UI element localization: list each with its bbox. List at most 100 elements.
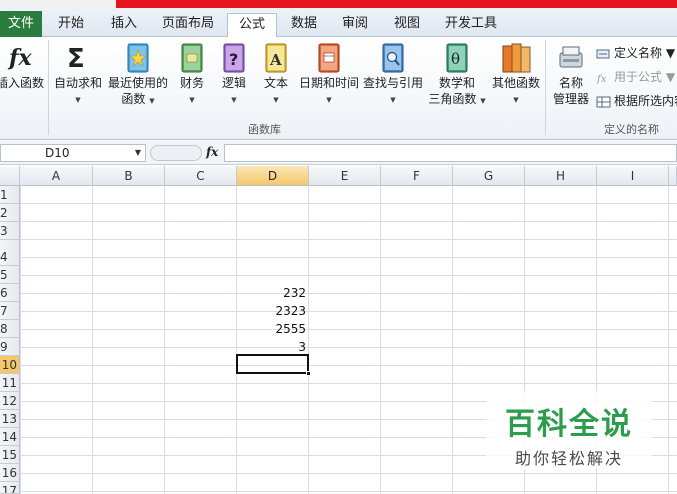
row-header-5[interactable]: 5 [0, 266, 20, 284]
insert-function-fx-icon[interactable]: fx [206, 145, 218, 159]
logical-dropdown-icon[interactable]: ▼ [231, 96, 236, 104]
more-functions-dropdown-icon[interactable]: ▼ [513, 96, 518, 104]
name-box-dropdown-icon[interactable]: ▼ [135, 145, 141, 161]
row-header-12[interactable]: 12 [0, 392, 20, 410]
row-header-14[interactable]: 14 [0, 428, 20, 446]
name-box-value: D10 [45, 146, 70, 160]
formula-cancel-enter-area [150, 145, 202, 161]
row-header-2[interactable]: 2 [0, 204, 20, 222]
column-header-f[interactable]: F [381, 166, 453, 186]
tab-view[interactable]: 视图 [384, 13, 430, 37]
define-name-label: 定义名称 [614, 46, 663, 60]
magnifier-book-icon [382, 43, 404, 73]
logical-button[interactable]: ? 逻辑 ▼ [214, 41, 254, 105]
column-header-e[interactable]: E [309, 166, 381, 186]
watermark-subtitle: 助你轻松解决 [514, 449, 623, 468]
row-header-13[interactable]: 13 [0, 410, 20, 428]
math-trig-button[interactable]: θ 数学和 三角函数 ▼ [426, 41, 488, 109]
svg-text:fx: fx [596, 74, 607, 85]
tab-insert[interactable]: 插入 [100, 13, 148, 37]
active-cell-d10[interactable] [236, 354, 311, 376]
tab-file[interactable]: 文件 [0, 11, 42, 37]
row-header-6[interactable]: 6 [0, 284, 20, 302]
select-all-corner[interactable] [0, 166, 20, 186]
recently-used-button[interactable]: 最近使用的 函数 ▼ [106, 41, 170, 109]
ribbon-separator [48, 40, 49, 135]
tab-home[interactable]: 开始 [46, 13, 96, 37]
date-time-dropdown-icon[interactable]: ▼ [326, 96, 331, 104]
excel-window: 文件 开始 插入 页面布局 公式 数据 审阅 视图 开发工具 fx 插入函数 Σ… [0, 0, 677, 494]
text-button[interactable]: A 文本 ▼ [256, 41, 296, 105]
name-manager-icon [559, 46, 583, 68]
column-header-g[interactable]: G [453, 166, 525, 186]
use-in-formula-dropdown-icon[interactable]: ▼ [666, 70, 675, 84]
row-header-10[interactable]: 10 [0, 356, 20, 374]
title-bar [0, 0, 677, 8]
name-manager-button[interactable]: 名称 管理器 [549, 41, 593, 107]
row-header-4[interactable]: 4 [0, 240, 20, 266]
use-in-formula-button[interactable]: fx 用于公式 ▼ [596, 68, 675, 86]
cell-d6[interactable]: 232 [237, 284, 309, 302]
define-name-button[interactable]: 定义名称 ▼ [596, 44, 675, 62]
cell-d8[interactable]: 2555 [237, 320, 309, 338]
row-header-7[interactable]: 7 [0, 302, 20, 320]
svg-text:Σ: Σ [67, 44, 85, 74]
row-header-9[interactable]: 9 [0, 338, 20, 356]
math-trig-label-2-text: 三角函数 [428, 92, 477, 106]
fill-handle[interactable] [306, 371, 311, 376]
svg-text:?: ? [229, 50, 238, 69]
title-accent-strip [116, 0, 677, 8]
tab-page-layout[interactable]: 页面布局 [152, 13, 224, 37]
tab-review[interactable]: 审阅 [332, 13, 378, 37]
insert-function-button[interactable]: fx 插入函数 [0, 41, 46, 91]
define-name-dropdown-icon[interactable]: ▼ [666, 46, 675, 60]
autosum-dropdown-icon[interactable]: ▼ [75, 96, 80, 104]
lookup-reference-dropdown-icon[interactable]: ▼ [390, 96, 395, 104]
math-trig-dropdown-icon[interactable]: ▼ [480, 97, 485, 105]
column-header-h[interactable]: H [525, 166, 597, 186]
column-header-i[interactable]: I [597, 166, 669, 186]
cell-d7[interactable]: 2323 [237, 302, 309, 320]
tab-formulas[interactable]: 公式 [227, 13, 277, 38]
fx-small-icon: fx [596, 74, 607, 85]
financial-dropdown-icon[interactable]: ▼ [189, 96, 194, 104]
financial-button[interactable]: 财务 ▼ [172, 41, 212, 105]
row-header-11[interactable]: 11 [0, 374, 20, 392]
formula-controls: fx [148, 144, 222, 162]
date-time-label: 日期和时间 [298, 76, 359, 90]
ribbon-tab-bar: 文件 开始 插入 页面布局 公式 数据 审阅 视图 开发工具 [0, 8, 677, 38]
more-functions-label: 其他函数 [491, 76, 540, 90]
svg-text:fx: fx [7, 45, 32, 71]
create-from-selection-button[interactable]: 根据所选内容 [596, 92, 677, 110]
ribbon-separator [545, 40, 546, 135]
row-header-17[interactable]: 17 [0, 482, 20, 494]
column-header-c[interactable]: C [165, 166, 237, 186]
quick-access-toolbar [0, 0, 116, 8]
tab-developer[interactable]: 开发工具 [437, 13, 505, 37]
row-header-15[interactable]: 15 [0, 446, 20, 464]
column-header-a[interactable]: A [20, 166, 93, 186]
lookup-reference-button[interactable]: 查找与引用 ▼ [362, 41, 424, 105]
row-header-3[interactable]: 3 [0, 222, 20, 240]
text-label: 文本 [263, 76, 288, 90]
question-book-icon: ? [223, 43, 245, 73]
fx-icon: fx [7, 45, 32, 71]
star-book-icon [127, 43, 149, 73]
lookup-reference-label: 查找与引用 [362, 76, 423, 90]
column-header-d[interactable]: D [237, 166, 309, 186]
date-time-button[interactable]: 日期和时间 ▼ [298, 41, 360, 105]
column-header-b[interactable]: B [93, 166, 165, 186]
tab-data[interactable]: 数据 [281, 13, 327, 37]
use-in-formula-label: 用于公式 [614, 70, 663, 84]
formula-input[interactable] [224, 144, 677, 162]
row-header-16[interactable]: 16 [0, 464, 20, 482]
text-dropdown-icon[interactable]: ▼ [273, 96, 278, 104]
row-header-1[interactable]: 1 [0, 186, 20, 204]
name-box[interactable]: D10 ▼ [0, 144, 146, 162]
tag-icon [596, 49, 610, 58]
recently-used-dropdown-icon[interactable]: ▼ [149, 97, 154, 105]
row-header-8[interactable]: 8 [0, 320, 20, 338]
insert-function-label: 插入函数 [0, 76, 44, 90]
more-functions-button[interactable]: 其他函数 ▼ [490, 41, 542, 105]
autosum-button[interactable]: Σ 自动求和 ▼ [52, 41, 104, 105]
